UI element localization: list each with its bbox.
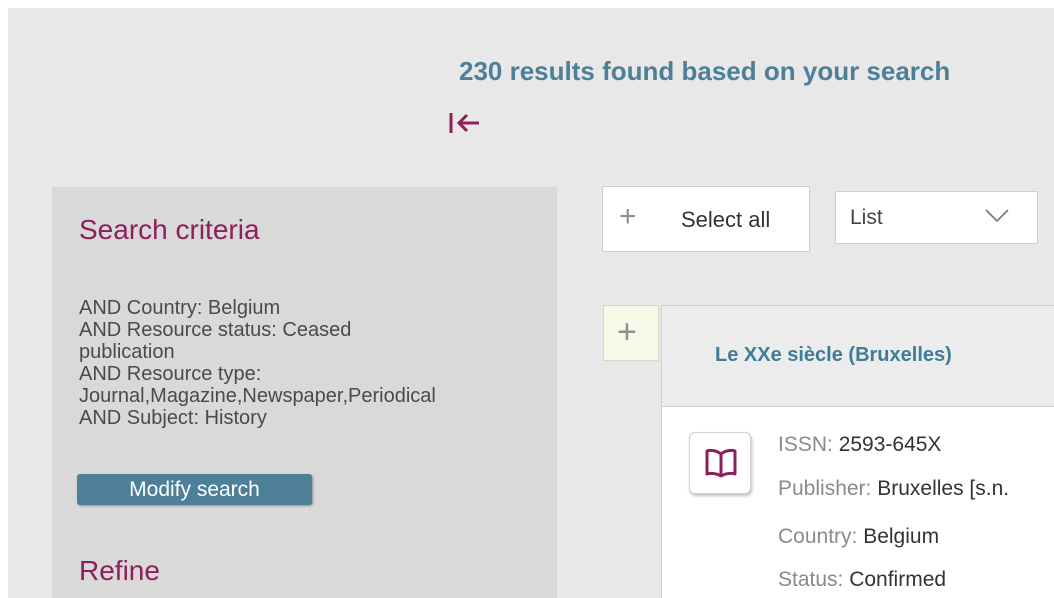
select-all-label: Select all	[681, 207, 771, 232]
record-header: Le XXe siècle (Bruxelles)	[661, 305, 1054, 407]
resource-type-badge	[689, 432, 751, 494]
select-all-button[interactable]: + Select all	[602, 186, 810, 252]
search-criteria-title: Search criteria	[79, 214, 260, 245]
issn-field: ISSN: 2593-645X	[778, 433, 941, 457]
plus-icon: +	[619, 200, 637, 233]
view-mode-select[interactable]: List	[835, 191, 1038, 244]
view-mode-value: List	[850, 206, 883, 229]
criteria-line: AND Country: Belgium	[79, 297, 281, 319]
book-icon	[705, 448, 737, 478]
country-field: Country: Belgium	[778, 525, 939, 549]
field-value: Bruxelles [s.n.	[877, 477, 1010, 500]
field-value: Confirmed	[849, 568, 947, 591]
add-record-button[interactable]: +	[603, 305, 659, 361]
publisher-field: Publisher: Bruxelles [s.n.	[778, 477, 1009, 501]
plus-icon: +	[617, 313, 637, 351]
criteria-line: Journal,Magazine,Newspaper,Periodical	[79, 385, 436, 407]
modify-search-button[interactable]: Modify search	[77, 474, 312, 505]
field-value: 2593-645X	[838, 433, 942, 456]
status-field: Status: Confirmed	[778, 568, 946, 592]
criteria-line: publication	[79, 341, 175, 363]
record-title-link[interactable]: Le XXe siècle (Bruxelles)	[715, 344, 952, 367]
criteria-line: AND Resource status: Ceased	[79, 319, 352, 341]
criteria-line: AND Subject: History	[79, 407, 267, 429]
field-key: Status:	[778, 568, 850, 591]
field-value: Belgium	[863, 525, 940, 548]
chevron-down-icon	[984, 206, 1010, 226]
collapse-left-icon[interactable]	[447, 110, 483, 136]
field-key: Publisher:	[778, 477, 878, 500]
field-key: Country:	[778, 525, 864, 548]
refine-title: Refine	[79, 555, 160, 586]
criteria-list: AND Country: Belgium AND Resource status…	[79, 297, 549, 429]
results-count-heading: 230 results found based on your search	[459, 56, 951, 86]
field-key: ISSN:	[778, 433, 839, 456]
record-details: ISSN: 2593-645X Publisher: Bruxelles [s.…	[661, 407, 1054, 598]
criteria-line: AND Resource type:	[79, 363, 262, 385]
search-criteria-panel: Search criteria AND Country: Belgium AND…	[52, 187, 557, 598]
